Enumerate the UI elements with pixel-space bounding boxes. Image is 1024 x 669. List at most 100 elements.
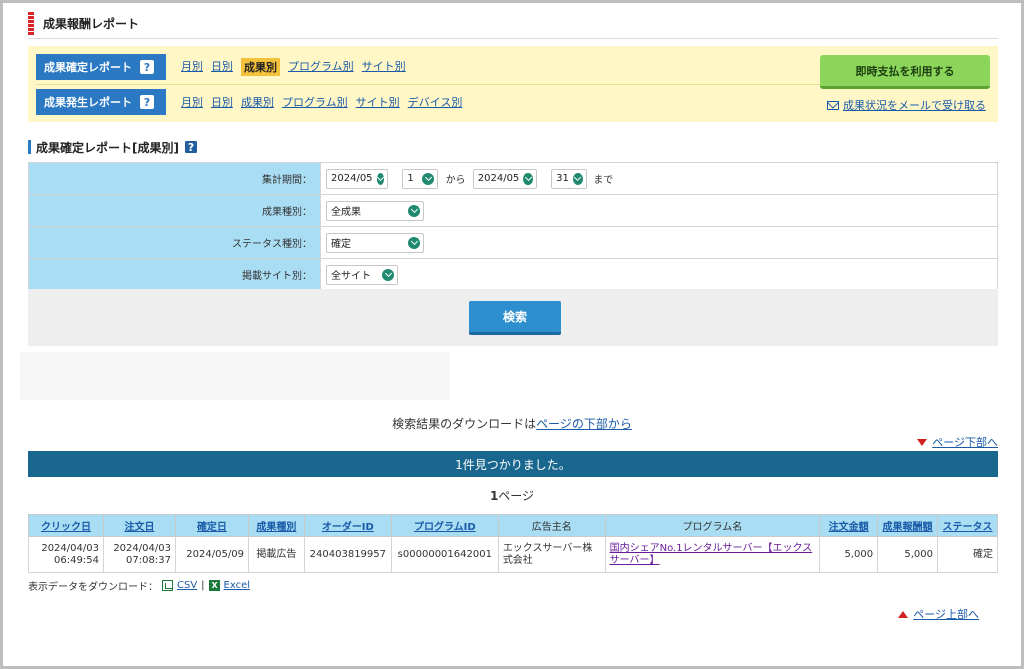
- occurred-report-row: 成果発生レポート ? 月別 日別 成果別 プログラム別 サイト別 デバイス別: [36, 89, 462, 115]
- page-header: 成果報酬レポート: [28, 12, 998, 39]
- download-note: 検索結果のダウンロードはページの下部から: [0, 415, 1024, 432]
- confirmed-report-links: 月別 日別 成果別 プログラム別 サイト別: [181, 58, 406, 76]
- mail-report-link[interactable]: 成果状況をメールで受け取る: [827, 97, 986, 113]
- cell-click-date: 2024/04/03 06:49:54: [28, 536, 104, 573]
- column-header-program-id[interactable]: プログラムID: [390, 514, 499, 537]
- nav-divider: [36, 84, 831, 85]
- confirmed-link-by-program[interactable]: プログラム別: [288, 58, 354, 76]
- excel-download-link[interactable]: Excel: [224, 580, 251, 591]
- download-separator: |: [201, 580, 205, 591]
- site-select[interactable]: 全サイト: [326, 264, 398, 285]
- instant-pay-button[interactable]: 即時支払を利用する: [820, 55, 990, 89]
- csv-download-link[interactable]: CSV: [177, 580, 197, 591]
- download-note-link[interactable]: ページの下部から: [536, 417, 632, 431]
- cell-program-id: s00000001642001: [390, 536, 499, 573]
- search-button[interactable]: 検索: [469, 301, 561, 335]
- help-icon[interactable]: ?: [140, 95, 154, 109]
- search-button-area: 検索: [28, 289, 998, 346]
- confirmed-link-by-site[interactable]: サイト別: [362, 58, 406, 76]
- end-month-select[interactable]: 2024/05: [472, 168, 537, 189]
- period-row: 集計期間： 2024/05 1 から 2024/05 31 まで: [28, 162, 998, 195]
- chevron-down-icon: [382, 268, 394, 281]
- to-top-label[interactable]: ページ上部へ: [913, 606, 979, 622]
- period-fields: 2024/05 1 から 2024/05 31 まで: [320, 162, 998, 195]
- start-day-select[interactable]: 1: [402, 168, 439, 189]
- help-icon[interactable]: ?: [140, 60, 154, 74]
- results-table: クリック日 注文日 確定日 成果種別 オーダーID プログラムID 広告主名 プ…: [28, 514, 998, 573]
- result-count-text: 1件見つかりました。: [455, 457, 571, 472]
- chevron-down-icon: [408, 236, 420, 249]
- results-header-row: クリック日 注文日 確定日 成果種別 オーダーID プログラムID 広告主名 プ…: [28, 514, 998, 537]
- download-note-text: 検索結果のダウンロードは: [392, 417, 537, 431]
- excel-icon: [208, 580, 220, 591]
- status-type-select[interactable]: 確定: [326, 232, 424, 253]
- start-month-value: 2024/05: [331, 173, 373, 184]
- column-header-reward[interactable]: 成果報酬額: [877, 514, 939, 537]
- cell-amount: 5,000: [819, 536, 879, 573]
- section-title: 成果確定レポート[成果別]: [36, 140, 179, 155]
- to-bottom-link[interactable]: ページ下部へ: [917, 434, 998, 450]
- cell-type: 掲載広告: [247, 536, 305, 573]
- occurred-report-badge-label: 成果発生レポート: [44, 96, 132, 109]
- site-label: 掲載サイト別：: [28, 258, 321, 291]
- chevron-down-icon: [376, 172, 384, 185]
- column-header-program-name: プログラム名: [604, 514, 821, 537]
- site-row: 掲載サイト別： 全サイト: [28, 258, 998, 291]
- program-name-link[interactable]: 国内シェアNo.1レンタルサーバー【エックスサーバー】: [610, 543, 813, 566]
- occurred-link-monthly[interactable]: 月別: [181, 94, 203, 110]
- order-time: 07:08:37: [126, 554, 171, 566]
- click-time: 06:49:54: [54, 554, 99, 566]
- occurred-link-by-program[interactable]: プログラム別: [282, 94, 348, 110]
- column-header-order-id[interactable]: オーダーID: [303, 514, 392, 537]
- mail-icon: [827, 100, 839, 110]
- column-header-confirm-date[interactable]: 確定日: [174, 514, 249, 537]
- chevron-down-icon: [523, 172, 533, 185]
- until-text: まで: [593, 175, 614, 186]
- column-header-click-date[interactable]: クリック日: [28, 514, 104, 537]
- occurred-link-daily[interactable]: 日別: [211, 94, 233, 110]
- reward-type-select[interactable]: 全成果: [326, 200, 424, 221]
- column-header-order-date[interactable]: 注文日: [102, 514, 176, 537]
- reward-type-value: 全成果: [331, 207, 361, 218]
- column-header-type[interactable]: 成果種別: [247, 514, 305, 537]
- confirmed-report-badge-label: 成果確定レポート: [44, 61, 132, 74]
- site-cell: 全サイト: [320, 258, 998, 291]
- cell-confirm-date: 2024/05/09: [174, 536, 249, 573]
- start-day-value: 1: [407, 173, 414, 184]
- click-date: 2024/04/03: [41, 542, 99, 554]
- confirmed-link-by-result[interactable]: 成果別: [241, 58, 280, 76]
- cell-program-name: 国内シェアNo.1レンタルサーバー【エックスサーバー】: [604, 536, 821, 573]
- mail-report-link-label[interactable]: 成果状況をメールで受け取る: [843, 97, 986, 113]
- reward-type-row: 成果種別： 全成果: [28, 194, 998, 227]
- reward-type-label: 成果種別：: [28, 194, 321, 227]
- chevron-down-icon: [408, 204, 420, 217]
- section-header: 成果確定レポート[成果別] ?: [28, 139, 198, 155]
- report-nav-panel: 成果確定レポート ? 月別 日別 成果別 プログラム別 サイト別 成果発生レポー…: [28, 46, 998, 122]
- chevron-down-icon: [422, 172, 435, 185]
- confirmed-link-daily[interactable]: 日別: [211, 58, 233, 76]
- end-month-value: 2024/05: [477, 173, 520, 184]
- from-text: から: [445, 175, 466, 186]
- confirmed-link-monthly[interactable]: 月別: [181, 58, 203, 76]
- cell-order-id: 240403819957: [303, 536, 392, 573]
- confirmed-report-badge: 成果確定レポート ?: [36, 54, 166, 80]
- status-type-cell: 確定: [320, 226, 998, 259]
- occurred-report-badge: 成果発生レポート ?: [36, 89, 166, 115]
- csv-icon: [162, 580, 173, 591]
- confirmed-report-row: 成果確定レポート ? 月別 日別 成果別 プログラム別 サイト別: [36, 54, 406, 80]
- to-top-link[interactable]: ページ上部へ: [898, 606, 979, 622]
- cell-status: 確定: [937, 536, 998, 573]
- end-day-value: 31: [556, 173, 569, 184]
- section-marker: [28, 140, 31, 154]
- redacted-area: [20, 352, 450, 400]
- occurred-link-by-result[interactable]: 成果別: [241, 94, 274, 110]
- column-header-amount[interactable]: 注文金額: [819, 514, 879, 537]
- page-title: 成果報酬レポート: [43, 17, 140, 31]
- help-icon[interactable]: ?: [183, 140, 198, 154]
- column-header-status[interactable]: ステータス: [937, 514, 998, 537]
- end-day-select[interactable]: 31: [551, 168, 588, 189]
- occurred-link-by-device[interactable]: デバイス別: [408, 94, 463, 110]
- start-month-select[interactable]: 2024/05: [326, 168, 388, 189]
- to-bottom-label[interactable]: ページ下部へ: [932, 434, 998, 450]
- occurred-link-by-site[interactable]: サイト別: [356, 94, 400, 110]
